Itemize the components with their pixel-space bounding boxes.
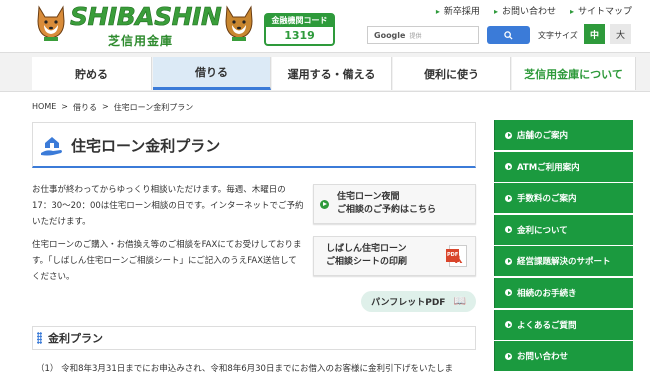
side-item-faq[interactable]: よくあるご質問 <box>494 309 633 340</box>
brand-name: SHIBASHIN <box>70 2 222 32</box>
bank-code-badge: 金融機関コード 1319 <box>264 13 335 46</box>
brand-name-jp: 芝信用金庫 <box>108 34 174 48</box>
top-link-recruit[interactable]: 新卒採用 <box>436 4 480 17</box>
shiba-dog-icon <box>37 5 65 41</box>
side-item-label: 金利について <box>517 225 568 236</box>
book-icon: 📖 <box>453 296 466 307</box>
pamphlet-pdf-button[interactable]: パンフレットPDF 📖 <box>361 291 476 312</box>
rate-plan-paragraph: （1） 令和8年3月31日までにお申込みされ、令和8年6月30日までにお借入のお… <box>36 364 453 374</box>
top-link-sitemap[interactable]: サイトマップ <box>570 4 632 17</box>
side-item-label: 経営課題解決のサポート <box>517 257 611 268</box>
search-input[interactable]: Google 提供 <box>367 26 479 44</box>
search-placeholder: 提供 <box>409 32 422 40</box>
search-icon <box>504 30 513 40</box>
consultation-sheet-link[interactable]: しばしん住宅ローン ご相談シートの印刷 PDF ⅄ <box>313 236 476 276</box>
consultation-sheet-label: しばしん住宅ローン ご相談シートの印刷 <box>326 243 407 269</box>
side-item-atm[interactable]: ATMご利用案内 <box>494 151 633 182</box>
search-button[interactable] <box>487 26 530 44</box>
night-consultation-line2: ご相談のご予約はこちら <box>337 205 437 215</box>
page-title-box: 住宅ローン金利プラン <box>32 122 476 168</box>
arrow-circle-icon <box>505 321 512 329</box>
fax-paragraph: 住宅ローンのご購入・お借換え等のご相談をFAXにてお受けしております。「しばしん… <box>32 240 302 282</box>
breadcrumb-separator: > <box>61 102 68 111</box>
font-size-label: 文字サイズ <box>538 31 578 40</box>
night-consultation-line1: 住宅ローン夜間 <box>337 192 400 202</box>
side-item-contact[interactable]: お問い合わせ <box>494 341 633 372</box>
tab-borrow[interactable]: 借りる <box>153 57 271 90</box>
site-logo[interactable]: SHIBASHIN 芝信用金庫 <box>34 2 253 48</box>
breadcrumb-current: 住宅ローン金利プラン <box>113 103 194 112</box>
side-item-business-support[interactable]: 経営課題解決のサポート <box>494 246 633 277</box>
side-item-branches[interactable]: 店舗のご案内 <box>494 120 633 150</box>
side-item-label: ATMご利用案内 <box>517 162 580 173</box>
section-heading-box: 金利プラン <box>32 326 476 350</box>
tab-about[interactable]: 芝信用金庫について <box>512 57 636 90</box>
arrow-circle-icon <box>505 257 512 265</box>
house-hand-icon <box>41 137 62 156</box>
arrow-circle-icon <box>320 199 329 209</box>
side-item-label: よくあるご質問 <box>517 320 577 331</box>
side-item-label: 手数料のご案内 <box>517 194 577 205</box>
side-item-fees[interactable]: 手数料のご案内 <box>494 183 633 214</box>
top-link-contact[interactable]: お問い合わせ <box>494 4 556 17</box>
tab-convenient[interactable]: 便利に使う <box>393 57 511 90</box>
side-item-label: 相続のお手続き <box>517 288 577 299</box>
breadcrumb: HOME > 借りる > 住宅ローン金利プラン <box>32 102 193 113</box>
pdf-icon: PDF ⅄ <box>446 245 467 267</box>
breadcrumb-separator: > <box>101 102 109 111</box>
pdf-icon-symbol: ⅄ <box>455 255 463 266</box>
section-title: 金利プラン <box>48 332 103 345</box>
consultation-sheet-line2: ご相談シートの印刷 <box>326 257 408 267</box>
consultation-sheet-line1: しばしん住宅ローン <box>326 244 407 254</box>
pamphlet-label: パンフレットPDF <box>371 298 446 308</box>
breadcrumb-borrow[interactable]: 借りる <box>73 102 97 113</box>
side-menu: 店舗のご案内 ATMご利用案内 手数料のご案内 金利について 経営課題解決のサポ… <box>494 120 633 373</box>
dotted-bar-icon <box>37 332 42 344</box>
breadcrumb-home[interactable]: HOME <box>32 102 56 113</box>
font-size-medium-button[interactable]: 中 <box>584 24 605 44</box>
intro-paragraph: お仕事が終わってからゆっくり相談いただけます。毎週、木曜日の17：30〜20：0… <box>32 185 304 227</box>
shiba-dog-icon <box>225 5 253 41</box>
tab-save[interactable]: 貯める <box>32 57 152 90</box>
top-links: 新卒採用 お問い合わせ サイトマップ <box>436 4 632 17</box>
arrow-circle-icon <box>505 289 512 297</box>
arrow-circle-icon <box>505 194 512 202</box>
side-item-label: お問い合わせ <box>517 352 569 363</box>
night-consultation-link[interactable]: 住宅ローン夜間 ご相談のご予約はこちら <box>313 184 476 224</box>
font-size-large-button[interactable]: 大 <box>610 24 631 44</box>
arrow-circle-icon <box>505 163 512 171</box>
tab-invest[interactable]: 運用する・備える <box>272 57 392 90</box>
side-item-rates[interactable]: 金利について <box>494 214 633 245</box>
bank-code-number: 1319 <box>284 29 315 42</box>
arrow-circle-icon <box>505 226 512 234</box>
arrow-circle-icon <box>505 352 512 360</box>
page-title: 住宅ローン金利プラン <box>71 137 221 155</box>
search-engine-label: Google <box>374 30 406 40</box>
side-item-label: 店舗のご案内 <box>517 131 569 141</box>
bank-code-label: 金融機関コード <box>266 15 333 27</box>
night-consultation-label: 住宅ローン夜間 ご相談のご予約はこちら <box>337 191 436 217</box>
arrow-circle-icon <box>505 131 512 139</box>
global-nav: 貯める 借りる 運用する・備える 便利に使う 芝信用金庫について <box>0 52 650 92</box>
side-item-inheritance[interactable]: 相続のお手続き <box>494 277 633 308</box>
